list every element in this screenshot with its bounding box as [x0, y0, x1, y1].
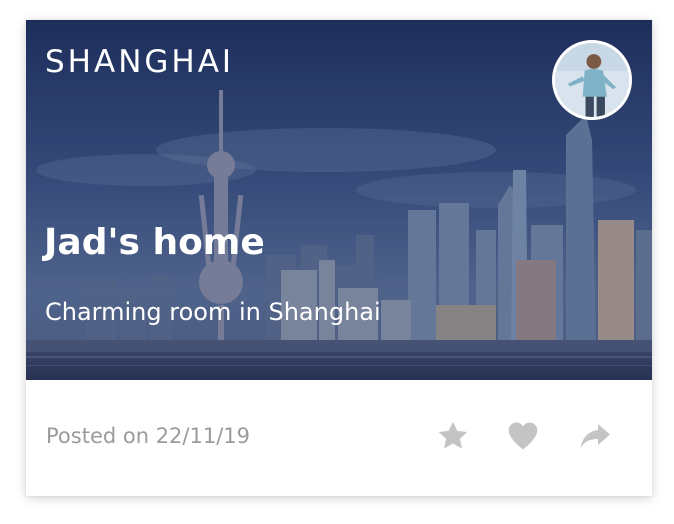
listing-card[interactable]: SHANGHAI Jad's home Charming room in Sha… [26, 20, 652, 496]
heart-icon [508, 422, 538, 450]
hero-image: SHANGHAI Jad's home Charming room in Sha… [26, 20, 652, 380]
favorite-button[interactable] [435, 418, 471, 454]
listing-subtitle: Charming room in Shanghai [45, 298, 381, 326]
like-button[interactable] [505, 418, 541, 454]
share-button[interactable] [577, 418, 613, 454]
listing-title: Jad's home [44, 222, 265, 263]
card-footer: Posted on 22/11/19 [26, 380, 652, 496]
share-icon [580, 424, 610, 448]
star-icon [438, 421, 468, 449]
person-photo [555, 43, 629, 117]
host-avatar[interactable] [552, 40, 632, 120]
posted-date: Posted on 22/11/19 [46, 424, 251, 448]
city-label: SHANGHAI [45, 44, 235, 80]
